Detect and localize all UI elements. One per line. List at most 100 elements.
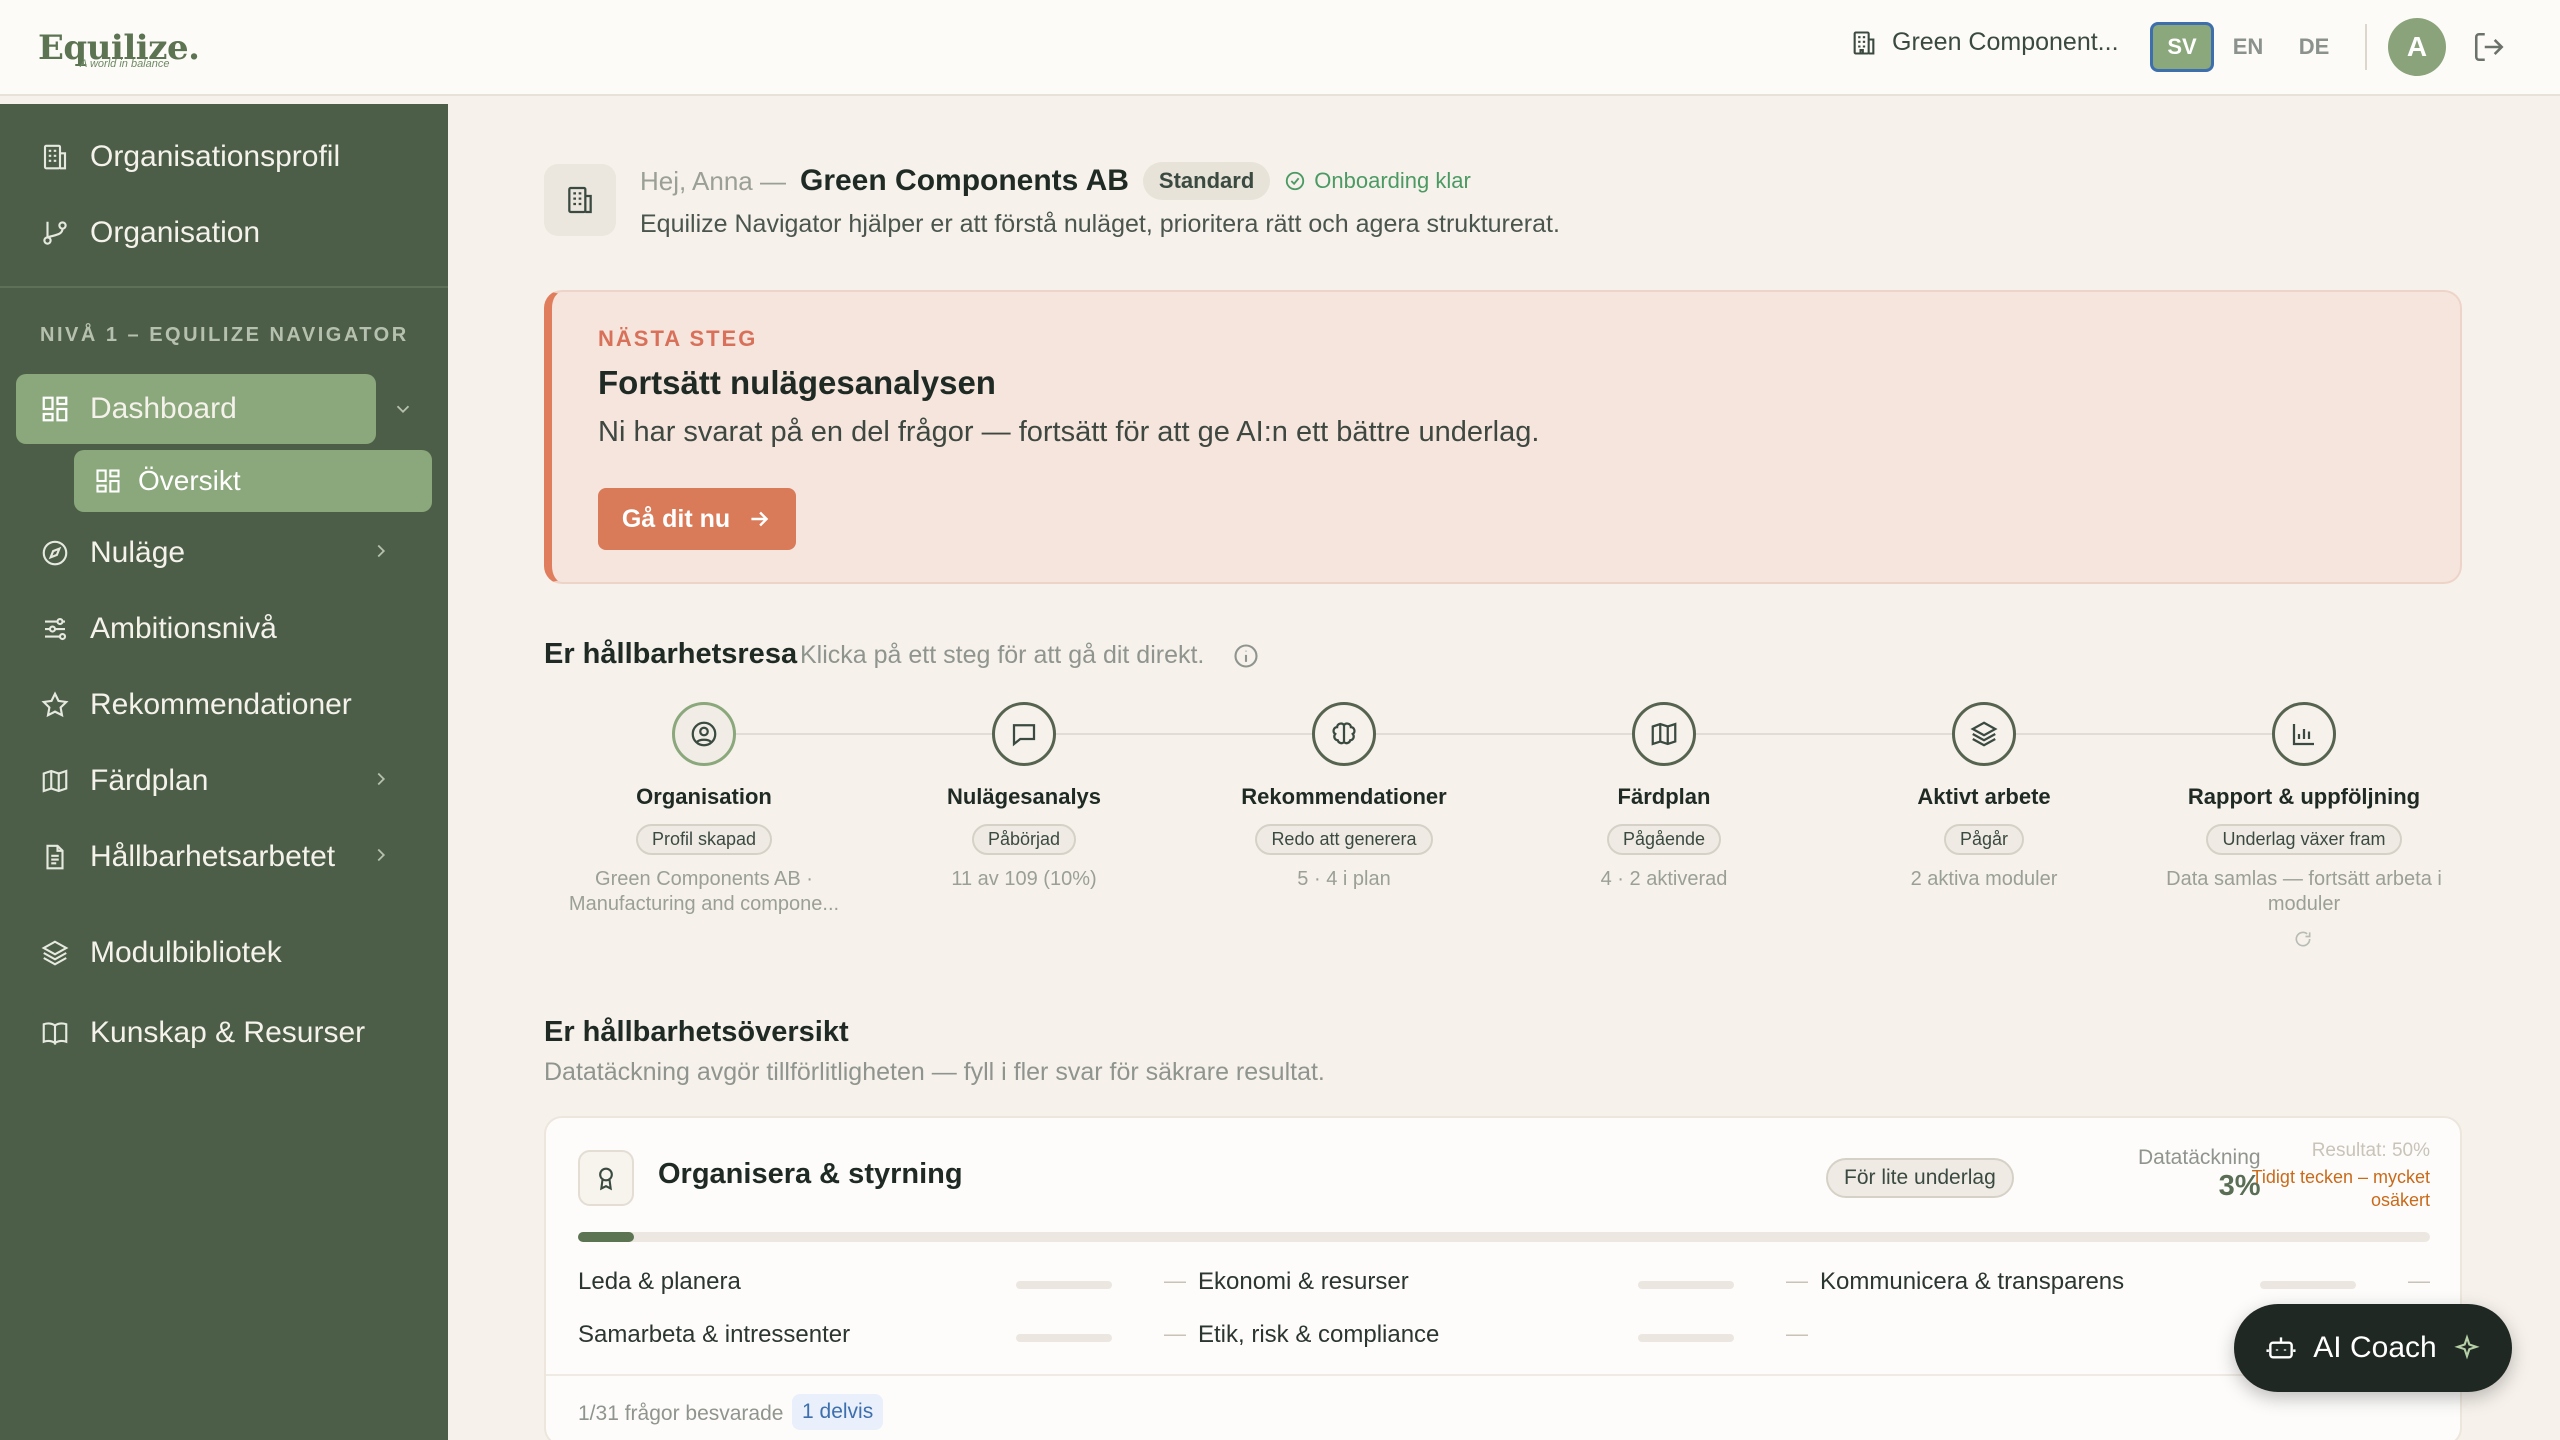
next-step-title: Fortsätt nulägesanalysen bbox=[598, 364, 996, 401]
sidebar-item-label: Organisation bbox=[90, 216, 261, 249]
org-name: Green Components AB bbox=[799, 164, 1129, 197]
sidebar-item-ambitionsniva[interactable]: Ambitionsnivå bbox=[16, 594, 432, 664]
top-bar: Equilize. A world in balance Green Compo… bbox=[0, 0, 2560, 96]
go-now-button[interactable]: Gå dit nu bbox=[598, 488, 796, 550]
logo-tagline: A world in balance bbox=[80, 58, 170, 70]
dashboard-icon bbox=[94, 467, 122, 495]
org-selector[interactable]: Green Component... bbox=[1850, 28, 2119, 57]
step-label: Rapport & uppföljning bbox=[2187, 784, 2421, 809]
category-item: Kommunicera & transparens bbox=[1820, 1268, 2125, 1295]
main-content: Hej, Anna — Green Components AB Standard… bbox=[448, 96, 2560, 1440]
journey-step-fardplan[interactable]: Färdplan Pågående 4 · 2 aktiverad bbox=[1504, 702, 1824, 892]
go-now-label: Gå dit nu bbox=[621, 504, 731, 533]
category-score: — bbox=[1786, 1268, 1808, 1293]
check-circle-icon bbox=[1284, 170, 1306, 192]
sidebar-item-fardplan[interactable]: Färdplan bbox=[16, 746, 432, 816]
greeting: Hej, Anna — bbox=[640, 165, 786, 196]
org-selector-label: Green Component... bbox=[1892, 28, 2119, 56]
sidebar-item-organisationsprofil[interactable]: Organisationsprofil bbox=[16, 122, 432, 192]
overview-card[interactable]: Organisera & styrning För lite underlag … bbox=[544, 1116, 2462, 1440]
award-icon bbox=[578, 1150, 634, 1206]
sidebar-item-label: Ambitionsnivå bbox=[90, 612, 277, 645]
step-label: Rekommendationer bbox=[1241, 784, 1447, 809]
step-label: Nulägesanalys bbox=[946, 784, 1102, 809]
step-meta: Data samlas — fortsätt arbeta i moduler bbox=[2166, 868, 2442, 915]
answered-count: 1/31 frågor besvarade bbox=[578, 1402, 784, 1425]
sidebar-item-label: Kunskap & Resurser bbox=[90, 1016, 366, 1049]
robot-icon bbox=[2265, 1332, 2297, 1364]
dashboard-icon bbox=[40, 394, 70, 424]
logo[interactable]: Equilize. A world in balance bbox=[38, 28, 200, 70]
layers-icon bbox=[40, 938, 70, 968]
avatar[interactable]: A bbox=[2388, 18, 2446, 76]
step-status: Underlag växer fram bbox=[2206, 824, 2402, 855]
category-score: — bbox=[1786, 1321, 1808, 1346]
result-label: Resultat: 50% bbox=[2311, 1140, 2430, 1161]
category-item: Samarbeta & intressenter bbox=[578, 1321, 851, 1348]
journey-step-rekommendationer[interactable]: Rekommendationer Redo att generera 5 · 4… bbox=[1184, 702, 1504, 892]
journey-step-aktivt-arbete[interactable]: Aktivt arbete Pågår 2 aktiva moduler bbox=[1824, 702, 2144, 892]
step-status: Profil skapad bbox=[635, 824, 773, 855]
sidebar-item-kunskap[interactable]: Kunskap & Resurser bbox=[16, 998, 432, 1068]
category-item: Leda & planera bbox=[578, 1268, 741, 1295]
building-icon bbox=[40, 142, 70, 172]
chevron-right-icon bbox=[370, 768, 392, 790]
sidebar-item-nulage[interactable]: Nuläge bbox=[16, 518, 432, 588]
refresh-icon bbox=[2293, 929, 2315, 949]
ai-coach-button[interactable]: AI Coach bbox=[2234, 1304, 2512, 1392]
step-status: Pågående bbox=[1606, 824, 1722, 855]
result-block: Resultat: 50% Tidigt tecken – mycket osä… bbox=[2210, 1140, 2430, 1212]
divider bbox=[2365, 24, 2367, 70]
building-icon bbox=[1850, 29, 1878, 57]
overview-card-title: Organisera & styrning bbox=[658, 1158, 963, 1190]
journey-step-organisation[interactable]: Organisation Profil skapad Green Compone… bbox=[544, 702, 864, 917]
chevron-down-icon[interactable] bbox=[392, 398, 414, 420]
map-icon bbox=[40, 766, 70, 796]
step-label: Aktivt arbete bbox=[1917, 784, 2051, 809]
lang-en-button[interactable]: EN bbox=[2216, 22, 2280, 72]
logout-icon[interactable] bbox=[2472, 30, 2506, 64]
sidebar-divider bbox=[0, 286, 448, 288]
step-meta: 2 aktiva moduler bbox=[1910, 868, 2058, 890]
step-meta: 4 · 2 aktiverad bbox=[1600, 868, 1728, 890]
journey-title: Er hållbarhetsresa bbox=[544, 638, 798, 670]
sidebar-item-oversikt[interactable]: Översikt bbox=[74, 450, 432, 512]
map-icon bbox=[1632, 702, 1696, 766]
category-item: Etik, risk & compliance bbox=[1198, 1321, 1440, 1348]
sidebar-item-hallbarhetsarbetet[interactable]: Hållbarhetsarbetet bbox=[16, 822, 432, 892]
next-step-description: Ni har svarat på en del frågor — fortsät… bbox=[598, 416, 1540, 448]
step-label: Färdplan bbox=[1617, 784, 1711, 809]
ai-coach-label: AI Coach bbox=[2313, 1331, 2437, 1364]
sliders-icon bbox=[40, 614, 70, 644]
category-score: — bbox=[1164, 1321, 1186, 1346]
sidebar-item-rekommendationer[interactable]: Rekommendationer bbox=[16, 670, 432, 740]
category-bar bbox=[1638, 1281, 1734, 1289]
chat-icon bbox=[992, 702, 1056, 766]
partial-badge: 1 delvis bbox=[792, 1394, 884, 1430]
onboarding-label: Onboarding klar bbox=[1314, 168, 1471, 193]
sidebar-item-label: Organisationsprofil bbox=[90, 140, 341, 173]
layers-icon bbox=[1952, 702, 2016, 766]
sidebar-item-label: Översikt bbox=[138, 465, 241, 496]
category-bar bbox=[1638, 1334, 1734, 1342]
category-score: — bbox=[2408, 1268, 2430, 1293]
journey-step-rapport[interactable]: Rapport & uppföljning Underlag växer fra… bbox=[2144, 702, 2464, 949]
lang-de-button[interactable]: DE bbox=[2282, 22, 2346, 72]
sidebar-item-organisation[interactable]: Organisation bbox=[16, 198, 432, 268]
sidebar-item-label: Hållbarhetsarbetet bbox=[90, 840, 336, 873]
next-step-eyebrow: NÄSTA STEG bbox=[598, 326, 758, 351]
overview-subtitle: Datatäckning avgör tillförlitligheten — … bbox=[544, 1058, 1325, 1086]
journey-step-nulagesanalys[interactable]: Nulägesanalys Påbörjad 11 av 109 (10%) bbox=[864, 702, 1184, 892]
overview-title: Er hållbarhetsöversikt bbox=[544, 1016, 849, 1048]
sidebar-item-dashboard[interactable]: Dashboard bbox=[16, 374, 376, 444]
onboarding-status: Onboarding klar bbox=[1284, 168, 1471, 194]
sidebar-item-modulbibliotek[interactable]: Modulbibliotek bbox=[16, 918, 432, 988]
step-meta: 5 · 4 i plan bbox=[1297, 868, 1391, 890]
journey-hint: Klicka på ett steg för att gå dit direkt… bbox=[800, 641, 1205, 669]
category-bar bbox=[2260, 1281, 2356, 1289]
chevron-right-icon bbox=[370, 844, 392, 866]
book-icon bbox=[40, 1018, 70, 1048]
step-meta: Green Components AB · Manufacturing and … bbox=[568, 868, 840, 915]
info-icon[interactable] bbox=[1232, 642, 1260, 670]
lang-sv-button[interactable]: SV bbox=[2150, 22, 2214, 72]
